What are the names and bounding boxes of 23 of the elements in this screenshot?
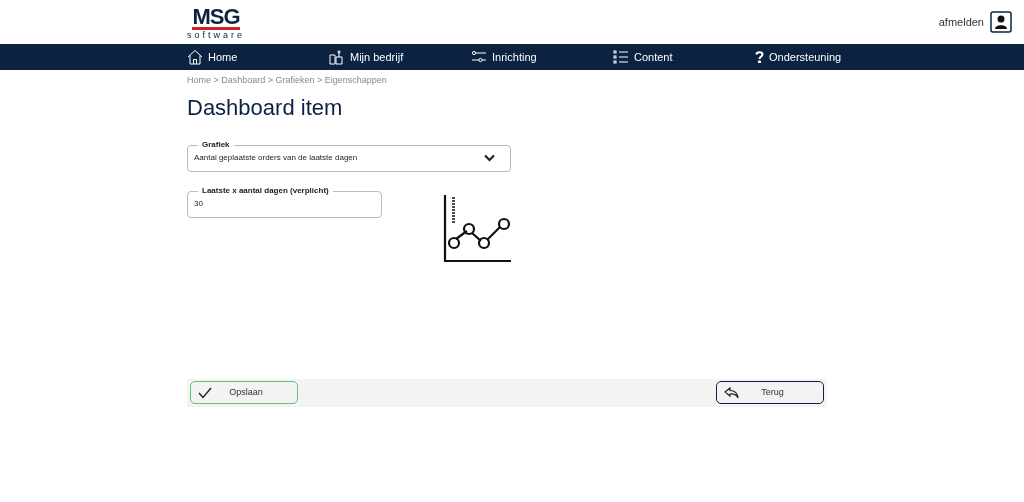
- nav-item[interactable]: Mijn bedrijf: [329, 48, 471, 66]
- user-icon[interactable]: [990, 11, 1012, 33]
- nav-item[interactable]: Home: [187, 48, 329, 66]
- question-icon: [755, 51, 764, 63]
- logo: MSG software: [187, 6, 245, 40]
- list-icon: [613, 49, 629, 65]
- sliders-icon: [471, 49, 487, 65]
- building-icon: [329, 49, 345, 65]
- page-title: Dashboard item: [187, 93, 344, 122]
- chevron-down-icon: [484, 154, 495, 162]
- nav-item[interactable]: Inrichting: [471, 48, 613, 66]
- check-icon: [198, 386, 212, 399]
- select-value: Aantal geplaatste orders van de laatste dagen: [194, 152, 358, 164]
- nav-item[interactable]: Ondersteuning: [755, 48, 897, 66]
- breadcrumb: Home > Dashboard > Grafieken > Eigenschappen: [187, 74, 388, 87]
- home-icon: [187, 49, 203, 65]
- save-button[interactable]: Opslaan: [190, 381, 298, 404]
- nav-item[interactable]: Content: [613, 48, 755, 66]
- reply-arrow-icon: [724, 386, 739, 399]
- back-button[interactable]: Terug: [716, 381, 824, 404]
- line-chart-icon: [442, 192, 512, 263]
- logout-link[interactable]: afmelden: [938, 13, 984, 31]
- field-value: 30: [194, 198, 203, 210]
